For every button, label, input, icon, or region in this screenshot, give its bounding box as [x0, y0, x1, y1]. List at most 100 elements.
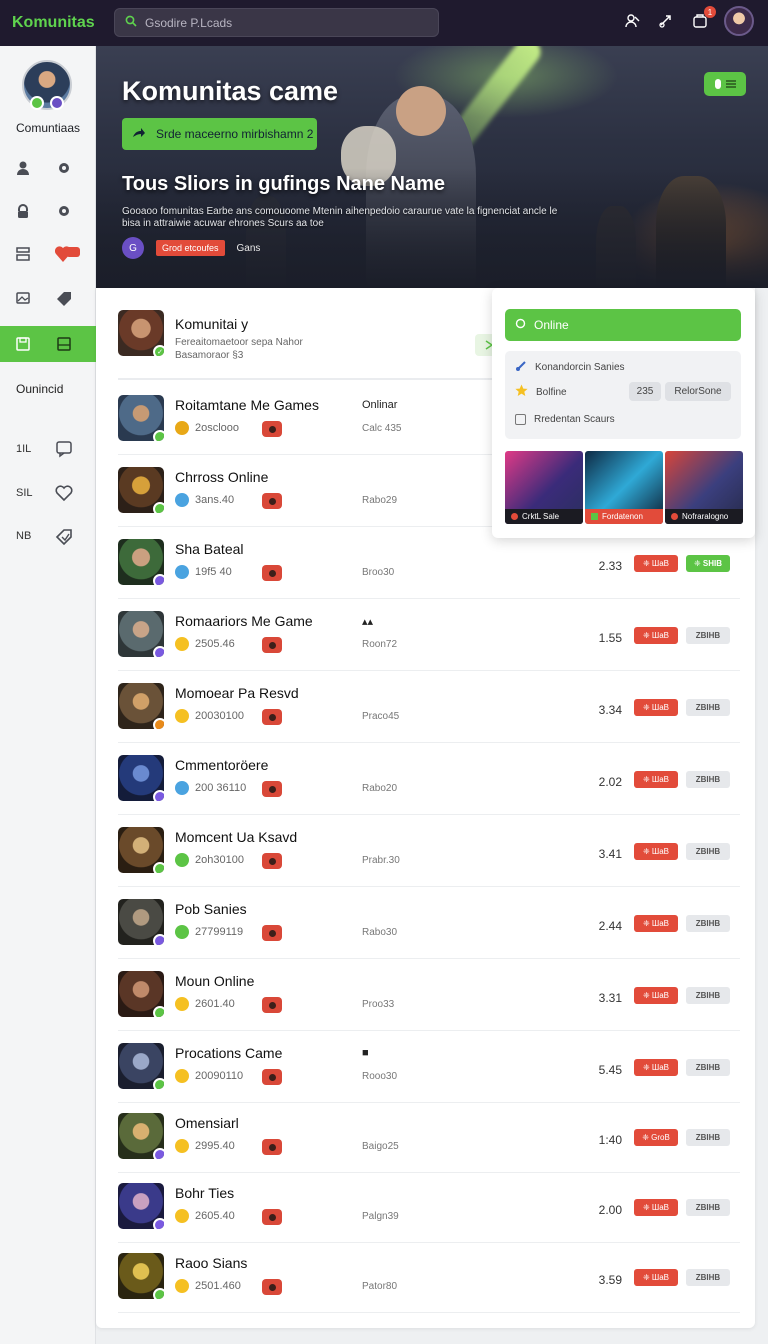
thumbnail-tile[interactable]: Fordatenon: [585, 451, 663, 524]
chat-icon[interactable]: [55, 440, 73, 458]
game-row[interactable]: Moun Online 2601.40 Proo33 3.31 ❈ ШаВ ZBIHB: [118, 959, 740, 1031]
sidebar-row-gallery[interactable]: [0, 280, 96, 316]
game-row[interactable]: Momcent Ua Ksavd 2oh30100 Prabr.30 3.41 ❈ Ша…: [118, 815, 740, 887]
join-button[interactable]: ❈ ШаВ: [634, 699, 678, 716]
game-title[interactable]: Momoear Pa Resvd: [175, 685, 299, 701]
game-title[interactable]: Omensiarl: [175, 1115, 239, 1131]
record-icon[interactable]: [262, 925, 282, 941]
game-thumbnail[interactable]: [118, 611, 164, 657]
join-button[interactable]: ❈ ШаВ: [634, 771, 678, 788]
game-title[interactable]: Bohr Ties: [175, 1185, 234, 1201]
game-row[interactable]: Procations Came 20090110 ■ Rooo30 5.45 ❈ ШаВ Z…: [118, 1031, 740, 1103]
join-button[interactable]: ❈ GroB: [634, 1129, 678, 1146]
status-button[interactable]: ZBIHB: [686, 1059, 730, 1076]
game-title[interactable]: Romaariors Me Game: [175, 613, 313, 629]
game-title[interactable]: Pob Sanies: [175, 901, 247, 917]
sidebar-row-chat[interactable]: 1IL: [0, 431, 96, 467]
game-title[interactable]: Moun Online: [175, 973, 254, 989]
popup-option-scores[interactable]: Rredentan Scaurs: [515, 414, 615, 425]
tag-icon[interactable]: [55, 289, 73, 307]
record-icon[interactable]: [262, 493, 282, 509]
game-thumbnail[interactable]: [118, 1183, 164, 1229]
status-button[interactable]: ❈ SHIB: [686, 555, 730, 572]
game-title[interactable]: Roitamtane Me Games: [175, 397, 319, 413]
game-title[interactable]: Cmmentoröere: [175, 757, 268, 773]
record-icon[interactable]: [262, 1069, 282, 1085]
users-icon[interactable]: [622, 11, 642, 31]
game-thumbnail[interactable]: [118, 755, 164, 801]
game-thumbnail[interactable]: [118, 827, 164, 873]
heart-icon[interactable]: [55, 245, 81, 263]
sidebar-row-security[interactable]: [0, 193, 96, 229]
hero-tag[interactable]: Grod etcoufes: [156, 240, 225, 256]
status-button[interactable]: ZBIHB: [686, 843, 730, 860]
relorsone-pill[interactable]: RelorSone: [665, 382, 731, 401]
record-icon[interactable]: [262, 1209, 282, 1225]
record-icon[interactable]: [262, 565, 282, 581]
game-row[interactable]: Bohr Ties 2605.40 Palgn39 2.00 ❈ ШаВ ZBIHB: [118, 1171, 740, 1243]
checkbox-icon[interactable]: [515, 414, 526, 425]
record-icon[interactable]: [262, 421, 282, 437]
sidebar-row-favorites[interactable]: SIL: [0, 475, 96, 511]
panel-icon[interactable]: [55, 335, 73, 353]
record-icon[interactable]: [262, 781, 282, 797]
game-thumbnail[interactable]: [118, 1113, 164, 1159]
game-title[interactable]: Momcent Ua Ksavd: [175, 829, 297, 845]
game-row[interactable]: Pob Sanies 27799119 Rabo30 2.44 ❈ ШаВ ZBIHB: [118, 887, 740, 959]
game-thumbnail[interactable]: [118, 1043, 164, 1089]
game-title[interactable]: Raoo Sians: [175, 1255, 247, 1271]
game-row[interactable]: Momoear Pa Resvd 20030100 Praco45 3.34 ❈ ШаВ…: [118, 671, 740, 743]
popup-option-games[interactable]: Konandorcin Sanies: [515, 360, 625, 375]
join-button[interactable]: ❈ ШаВ: [634, 843, 678, 860]
join-button[interactable]: ❈ ШаВ: [634, 1269, 678, 1286]
game-row[interactable]: Cmmentoröere 200 36110 Rabo20 2.02 ❈ ШаВ ZBIH…: [118, 743, 740, 815]
community-avatar[interactable]: ✓: [118, 310, 164, 356]
game-title[interactable]: Chrross Online: [175, 469, 268, 485]
search-input[interactable]: [145, 15, 425, 30]
join-button[interactable]: ❈ ШаВ: [634, 1059, 678, 1076]
gear-icon[interactable]: [55, 202, 73, 220]
game-thumbnail[interactable]: [118, 683, 164, 729]
game-thumbnail[interactable]: [118, 971, 164, 1017]
record-icon[interactable]: [262, 1279, 282, 1295]
game-row[interactable]: Omensiarl 2995.40 Baigo25 1:40 ❈ GroB ZBIHB: [118, 1101, 740, 1173]
status-button[interactable]: ZBIHB: [686, 1129, 730, 1146]
record-icon[interactable]: [262, 709, 282, 725]
notifications-icon[interactable]: 1: [690, 6, 716, 31]
status-button[interactable]: ZBIHB: [686, 1199, 730, 1216]
profile-avatar[interactable]: [22, 60, 72, 110]
status-button[interactable]: ZBIHB: [686, 987, 730, 1004]
game-row[interactable]: Romaariors Me Game 2505.46 ▴▴ Roon72 1.55 ❈ Ш…: [118, 599, 740, 671]
count-pill[interactable]: 235: [629, 382, 661, 401]
hero-toggle-button[interactable]: [704, 72, 746, 96]
tag-icon[interactable]: [55, 527, 73, 545]
share-icon[interactable]: [656, 11, 676, 31]
game-thumbnail[interactable]: [118, 1253, 164, 1299]
sidebar-row-profile[interactable]: [0, 150, 96, 186]
heart-icon[interactable]: [55, 484, 73, 502]
record-icon[interactable]: [262, 997, 282, 1013]
sidebar-row-saved[interactable]: [0, 326, 96, 362]
hero-cta-button[interactable]: Srde maceerno mirbishamn 2: [122, 118, 317, 150]
join-button[interactable]: ❈ ШаВ: [634, 555, 678, 572]
game-title[interactable]: Sha Bateal: [175, 541, 244, 557]
search-bar[interactable]: [114, 8, 439, 37]
game-thumbnail[interactable]: [118, 899, 164, 945]
thumbnail-tile[interactable]: CrktL Sale: [505, 451, 583, 524]
user-avatar[interactable]: [724, 6, 754, 36]
game-thumbnail[interactable]: [118, 467, 164, 513]
online-button[interactable]: Online: [505, 309, 741, 341]
game-thumbnail[interactable]: [118, 395, 164, 441]
record-icon[interactable]: [262, 637, 282, 653]
brand-logo[interactable]: Komunitas: [12, 14, 112, 32]
status-button[interactable]: ZBIHB: [686, 1269, 730, 1286]
thumbnail-tile[interactable]: Nofraralogno: [665, 451, 743, 524]
game-row[interactable]: Raoo Sians 2501.460 Pator80 3.59 ❈ ШаВ ZBIHB: [118, 1241, 740, 1313]
join-button[interactable]: ❈ ШаВ: [634, 915, 678, 932]
game-title[interactable]: Procations Came: [175, 1045, 282, 1061]
join-button[interactable]: ❈ ШаВ: [634, 1199, 678, 1216]
sidebar-row-library[interactable]: [0, 236, 96, 272]
gear-icon[interactable]: [55, 159, 73, 177]
status-button[interactable]: ZBIHB: [686, 699, 730, 716]
status-button[interactable]: ZBIHB: [686, 771, 730, 788]
